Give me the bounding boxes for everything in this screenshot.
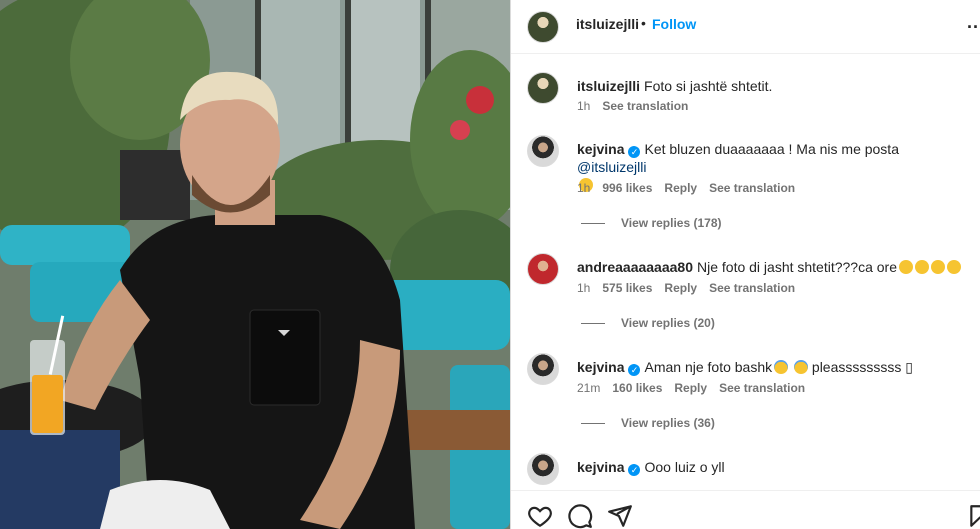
- replies-line: [581, 223, 605, 225]
- action-bar: [511, 490, 980, 529]
- caption-meta: 1h See translation: [577, 99, 700, 113]
- comment-body: Nje foto di jasht shtetit???ca ore: [697, 259, 898, 275]
- reply-button[interactable]: Reply: [664, 281, 697, 295]
- replies-line: [581, 323, 605, 325]
- comment-likes[interactable]: 996 likes: [602, 181, 652, 195]
- comment-meta: 21m 160 likes Reply See translation: [577, 381, 817, 395]
- comment-body: Aman nje foto bashk: [644, 359, 773, 375]
- more-options-icon[interactable]: ...: [967, 12, 980, 33]
- verified-badge-icon: ✓: [628, 464, 641, 476]
- view-replies-label: View replies (20): [621, 316, 715, 330]
- share-icon[interactable]: [607, 503, 633, 529]
- post-photo[interactable]: [0, 0, 510, 529]
- owner-username[interactable]: itsluizejlli: [576, 16, 639, 32]
- comment-likes[interactable]: 160 likes: [612, 381, 662, 395]
- bookmark-icon[interactable]: [967, 503, 980, 529]
- header-separator: •: [641, 15, 646, 31]
- reply-button[interactable]: Reply: [664, 181, 697, 195]
- view-replies-label: View replies (178): [621, 216, 722, 230]
- view-replies-button[interactable]: View replies (20): [581, 316, 715, 330]
- comment-avatar[interactable]: [527, 353, 559, 385]
- crying-emoji-icon: [774, 360, 789, 374]
- see-translation-button[interactable]: See translation: [719, 381, 805, 395]
- comment-text: andreaaaaaaaa80 Nje foto di jasht shtetit…: [577, 258, 972, 276]
- comment-mention[interactable]: @itsluizejlli: [577, 159, 646, 175]
- caption-username[interactable]: itsluizejlli: [577, 78, 640, 94]
- comment-avatar[interactable]: [527, 453, 559, 485]
- comment-body: Ket bluzen duaaaaaaa ! Ma nis me posta: [644, 141, 899, 157]
- view-replies-label: View replies (36): [621, 416, 715, 430]
- comment-time[interactable]: 1h: [577, 181, 590, 195]
- comment-avatar[interactable]: [527, 135, 559, 167]
- comment-meta: 1h 996 likes Reply See translation: [577, 181, 807, 195]
- comment-icon[interactable]: [567, 503, 593, 529]
- verified-badge-icon: ✓: [628, 146, 641, 158]
- reply-button[interactable]: Reply: [674, 381, 707, 395]
- comments-list[interactable]: itsluizejlli Foto si jashtë shtetit. 1h Se…: [511, 55, 980, 489]
- comment-avatar[interactable]: [527, 253, 559, 285]
- caption-text: itsluizejlli Foto si jashtë shtetit.: [577, 77, 972, 95]
- laugh-emoji-icon: [931, 260, 946, 274]
- comment-text: kejvina ✓ Aman nje foto bashk pleassssssss…: [577, 358, 972, 376]
- see-translation-button[interactable]: See translation: [709, 181, 795, 195]
- comment-body-end: pleasssssssss: [811, 359, 906, 375]
- see-translation-button[interactable]: See translation: [709, 281, 795, 295]
- comment-body: Ooo luiz o yll: [644, 459, 725, 475]
- laugh-emoji-icon: [947, 260, 962, 274]
- post-side-panel: itsluizejlli • Follow ... itsluizejlliFo…: [510, 0, 980, 529]
- post-image: [0, 0, 510, 529]
- view-replies-button[interactable]: View replies (36): [581, 416, 715, 430]
- follow-button[interactable]: Follow: [652, 16, 696, 32]
- comment-text: kejvina ✓ Ooo luiz o yll: [577, 458, 972, 476]
- comment-likes[interactable]: 575 likes: [602, 281, 652, 295]
- verified-badge-icon: ✓: [628, 364, 641, 376]
- caption-body: Foto si jashtë shtetit.: [644, 78, 773, 94]
- laugh-emoji-icon: [899, 260, 914, 274]
- post-header: itsluizejlli • Follow ...: [511, 0, 980, 54]
- unrendered-glyph: ▯: [905, 359, 913, 375]
- comment-username[interactable]: kejvina: [577, 359, 624, 375]
- view-replies-button[interactable]: View replies (178): [581, 216, 722, 230]
- comment-username[interactable]: kejvina: [577, 141, 624, 157]
- owner-avatar[interactable]: [527, 11, 559, 43]
- comment-username[interactable]: andreaaaaaaaa80: [577, 259, 693, 275]
- comment-username[interactable]: kejvina: [577, 459, 624, 475]
- comment-meta: 1h 575 likes Reply See translation: [577, 281, 807, 295]
- comment-time[interactable]: 1h: [577, 281, 590, 295]
- crying-emoji-icon: [794, 360, 809, 374]
- caption-avatar[interactable]: [527, 72, 559, 104]
- heart-icon[interactable]: [527, 503, 553, 529]
- laugh-emoji-icon: [915, 260, 930, 274]
- caption-see-translation[interactable]: See translation: [602, 99, 688, 113]
- replies-line: [581, 423, 605, 425]
- comment-time[interactable]: 21m: [577, 381, 600, 395]
- caption-time[interactable]: 1h: [577, 99, 590, 113]
